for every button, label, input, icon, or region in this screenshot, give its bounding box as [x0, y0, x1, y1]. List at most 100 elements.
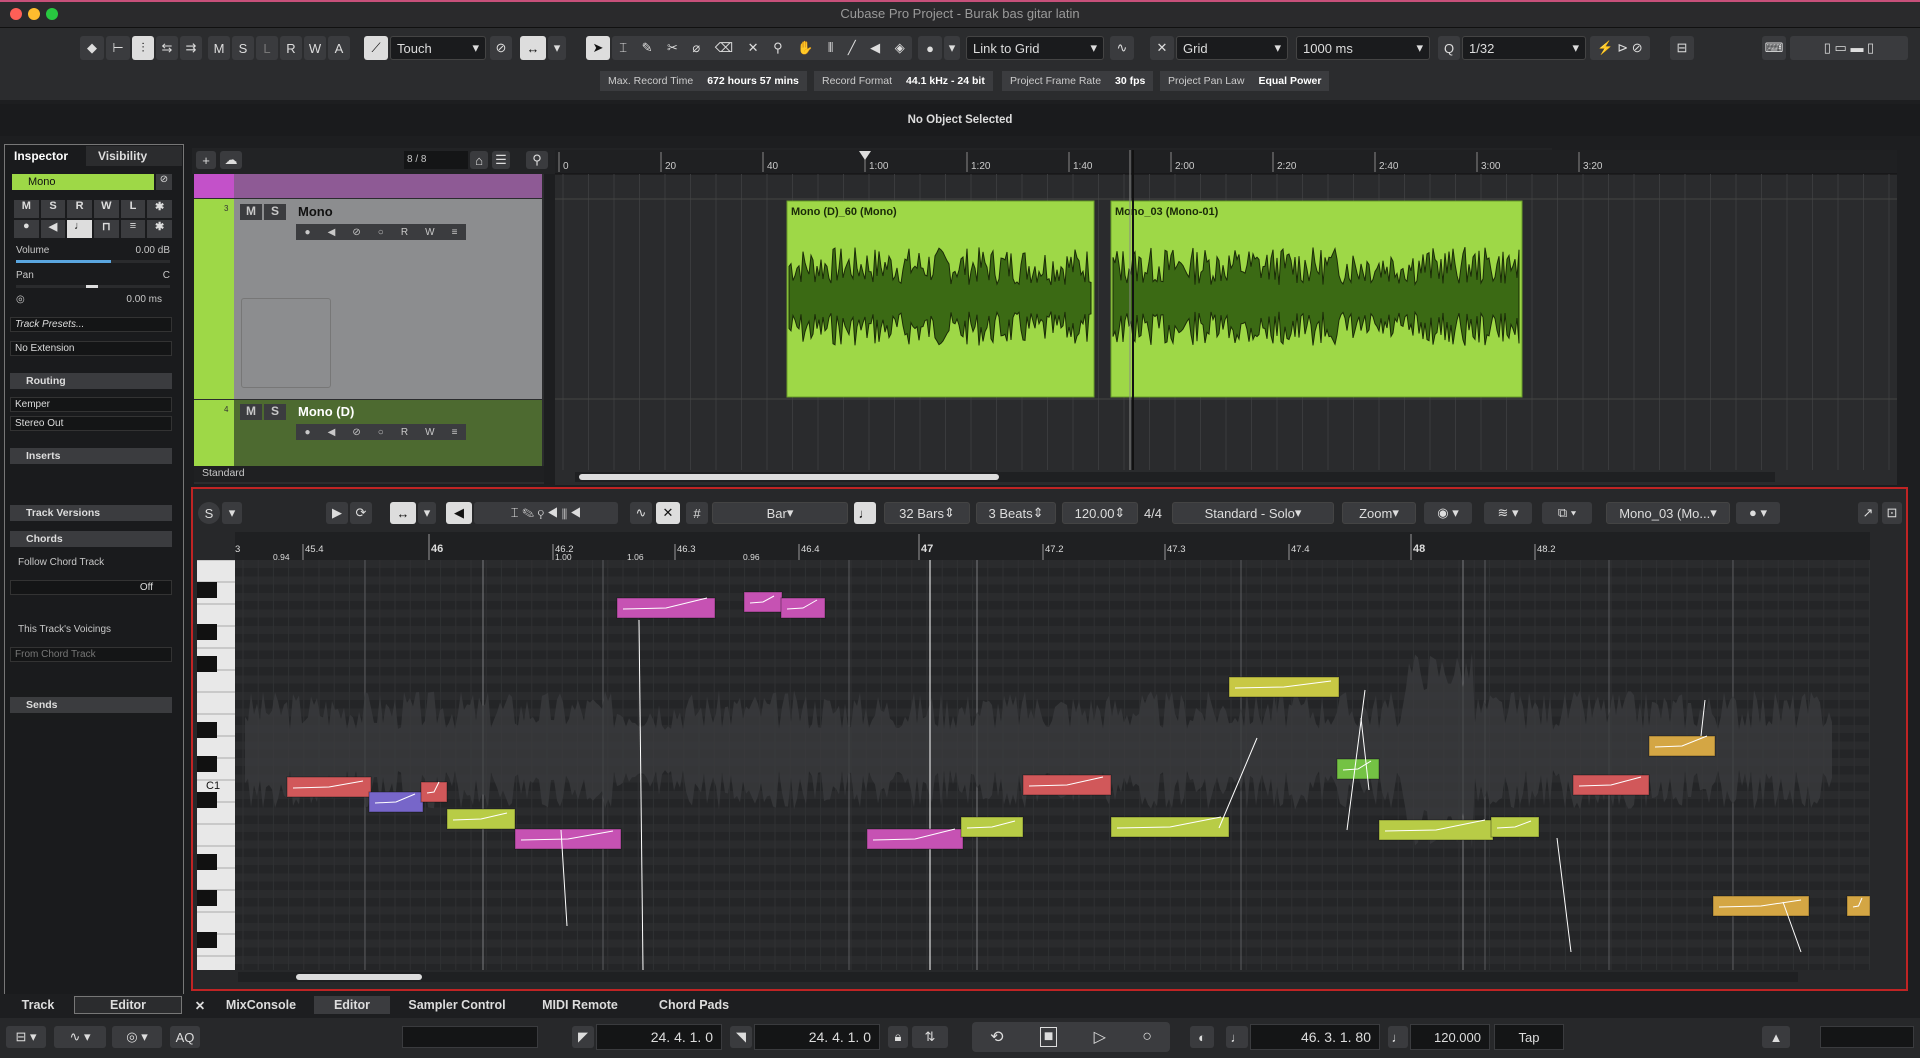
cloud-icon[interactable]: ☁ [220, 151, 242, 169]
open-window-icon[interactable]: ↗ [1858, 502, 1878, 524]
time-signature[interactable]: 4/4 [1140, 502, 1166, 524]
track-name[interactable]: Mono [298, 204, 333, 219]
snap-icon[interactable]: ∿ [1110, 36, 1134, 60]
visibility-icon[interactable]: ◉ ▾ [1424, 502, 1472, 524]
editor-mode-select[interactable]: Standard - Solo ▾ [1172, 502, 1334, 524]
tempo-field[interactable]: 120.00 ⇕ [1062, 502, 1138, 524]
chevron-down-icon[interactable]: ▾ [222, 502, 242, 524]
color-icon[interactable]: ● ▾ [1736, 502, 1780, 524]
snap-icon[interactable]: ∿ [630, 502, 652, 524]
performance-meter[interactable] [402, 1026, 538, 1048]
circle-icon[interactable]: ○ [378, 427, 384, 438]
solo-button[interactable]: S [40, 200, 66, 218]
read-button[interactable]: R [67, 200, 92, 218]
black-key[interactable] [197, 756, 217, 772]
edit-icon[interactable]: ⊘ [156, 174, 172, 190]
pan-slider[interactable] [16, 285, 170, 288]
right-locator-field[interactable]: 24. 4. 1. 0 [754, 1024, 880, 1050]
window-layout-icons[interactable]: ▯ ▭ ▬ ▯ [1790, 36, 1908, 60]
autoscroll-icon[interactable]: ↔ [390, 502, 416, 524]
channel-icon[interactable]: ≡ [120, 220, 146, 238]
track-tab[interactable]: Track [6, 996, 70, 1014]
record-icon[interactable]: ● [305, 227, 311, 238]
list-icon[interactable]: ≡ [452, 427, 458, 438]
settings-icon[interactable]: ◆ [80, 36, 104, 60]
inserts-section[interactable]: Inserts [10, 448, 172, 464]
black-key[interactable] [197, 932, 217, 948]
listen-button[interactable]: L [256, 36, 278, 60]
hand-tool-icon[interactable]: ✋ [797, 40, 813, 56]
black-key[interactable] [197, 656, 217, 672]
grid-type-select[interactable]: Bar ▾ [712, 502, 848, 524]
editor-hscroll-thumb[interactable] [296, 974, 422, 980]
position-field[interactable]: 46. 3. 1. 80 [1250, 1024, 1380, 1050]
editor-ruler[interactable]: 3 45.4 46 46.2 46.3 46.4 47 47.2 47.3 47.4 48 48.2 0… [235, 532, 1870, 560]
visibility-tab[interactable]: Visibility [86, 146, 182, 166]
keyboard-icon[interactable]: ⌨ [1762, 36, 1786, 60]
solo-button[interactable]: S [264, 204, 286, 220]
zoom-select[interactable]: Zoom ▾ [1342, 502, 1416, 524]
hierarchy-icon[interactable]: ⊢ [106, 36, 130, 60]
editor-hscroll[interactable] [238, 972, 1798, 982]
layers-icon[interactable]: ≋ ▾ [1484, 502, 1532, 524]
home-icon[interactable]: ⌂ [470, 151, 488, 169]
pencil-tool-icon[interactable]: ✎ [642, 40, 653, 56]
speaker-icon[interactable]: ◀ [446, 502, 472, 524]
monitor-icon[interactable]: ◀ [40, 220, 66, 238]
read-button[interactable]: R [401, 427, 408, 438]
editor-tab[interactable]: Editor [314, 996, 390, 1014]
right-locator-icon[interactable]: ◥ [730, 1026, 752, 1048]
monitor-icon[interactable]: ◀ [328, 227, 336, 238]
track-height-preset[interactable]: Standard [194, 466, 544, 482]
volume-value[interactable]: 0.00 dB [120, 245, 170, 256]
automation-mode-select[interactable]: Touch ▾ [390, 36, 486, 60]
quantize-tools-icon[interactable]: ⚡ ⊳ ⊘ [1590, 36, 1650, 60]
click-icon[interactable]: ◐ [1190, 1026, 1214, 1048]
snap-on-icon[interactable]: ✕ [656, 502, 680, 524]
snowflake-icon[interactable]: ✱ [147, 220, 172, 238]
frame-rate[interactable]: Project Frame Rate 30 fps [1002, 71, 1154, 91]
mute-tool-icon[interactable]: ✕ [748, 40, 759, 56]
snap-type-select[interactable]: Grid ▾ [1176, 36, 1288, 60]
chevron-down-icon[interactable]: ▾ [418, 502, 436, 524]
black-key[interactable] [197, 792, 217, 808]
loop-icon[interactable]: ⟳ [350, 502, 372, 524]
follow-chord-select[interactable]: Off [10, 580, 172, 595]
lock-icon[interactable]: 🔒︎ [888, 1026, 908, 1048]
piano-keyboard[interactable] [197, 560, 235, 970]
add-track-icon[interactable]: + [196, 151, 216, 169]
mute-button[interactable]: M [240, 204, 262, 220]
read-button[interactable]: R [280, 36, 302, 60]
warp-marker-label[interactable]: 0.96 [743, 552, 760, 560]
suspend-icon[interactable]: ⊘ [490, 36, 512, 60]
write-button[interactable]: W [425, 427, 434, 438]
track-controls[interactable]: ● ◀ ⊘ ○ R W ≡ [296, 224, 466, 240]
grid-icon[interactable]: # [686, 502, 708, 524]
record-icon[interactable]: ● [305, 427, 311, 438]
grid-size-select[interactable]: 1000 ms ▾ [1296, 36, 1430, 60]
chevron-down-icon[interactable]: ▾ [548, 36, 566, 60]
glue-tool-icon[interactable]: ⌀ [692, 40, 700, 56]
play-tool-icon[interactable]: ◀ [870, 40, 880, 56]
chords-section[interactable]: Chords [10, 531, 172, 547]
record-icon[interactable]: ○ [1142, 1028, 1152, 1046]
suspend-icon[interactable]: ⊘ [352, 227, 360, 238]
palette-icon[interactable]: ◎ ▾ [112, 1026, 162, 1048]
suspend-icon[interactable]: ⊘ [352, 427, 360, 438]
write-button[interactable]: W [425, 227, 434, 238]
warp-marker-label[interactable]: 1.00 [555, 552, 572, 560]
track-controls[interactable]: ● ◀ ⊘ ○ R W ≡ [296, 424, 466, 440]
record-format[interactable]: Record Format 44.1 kHz - 24 bit [814, 71, 993, 91]
link-grid-select[interactable]: Link to Grid ▾ [966, 36, 1104, 60]
sampler-control-tab[interactable]: Sampler Control [400, 996, 514, 1014]
layout-icon[interactable]: ⊟ [1670, 36, 1694, 60]
black-key[interactable] [197, 582, 217, 598]
musical-mode-icon[interactable]: ♩ [67, 220, 92, 238]
pan-law[interactable]: Project Pan Law Equal Power [1160, 71, 1330, 91]
warp-marker-label[interactable]: 0.94 [273, 552, 290, 560]
editor-tools[interactable]: ⌶ ✎ ⚲ ◀ ⫴ ◀ [474, 502, 618, 524]
mixconsole-tab[interactable]: MixConsole [216, 996, 306, 1014]
track-name-header[interactable]: Mono [12, 174, 154, 190]
search-icon[interactable]: ⚲ [526, 151, 548, 169]
quantize-icon[interactable]: Q [1438, 36, 1460, 60]
